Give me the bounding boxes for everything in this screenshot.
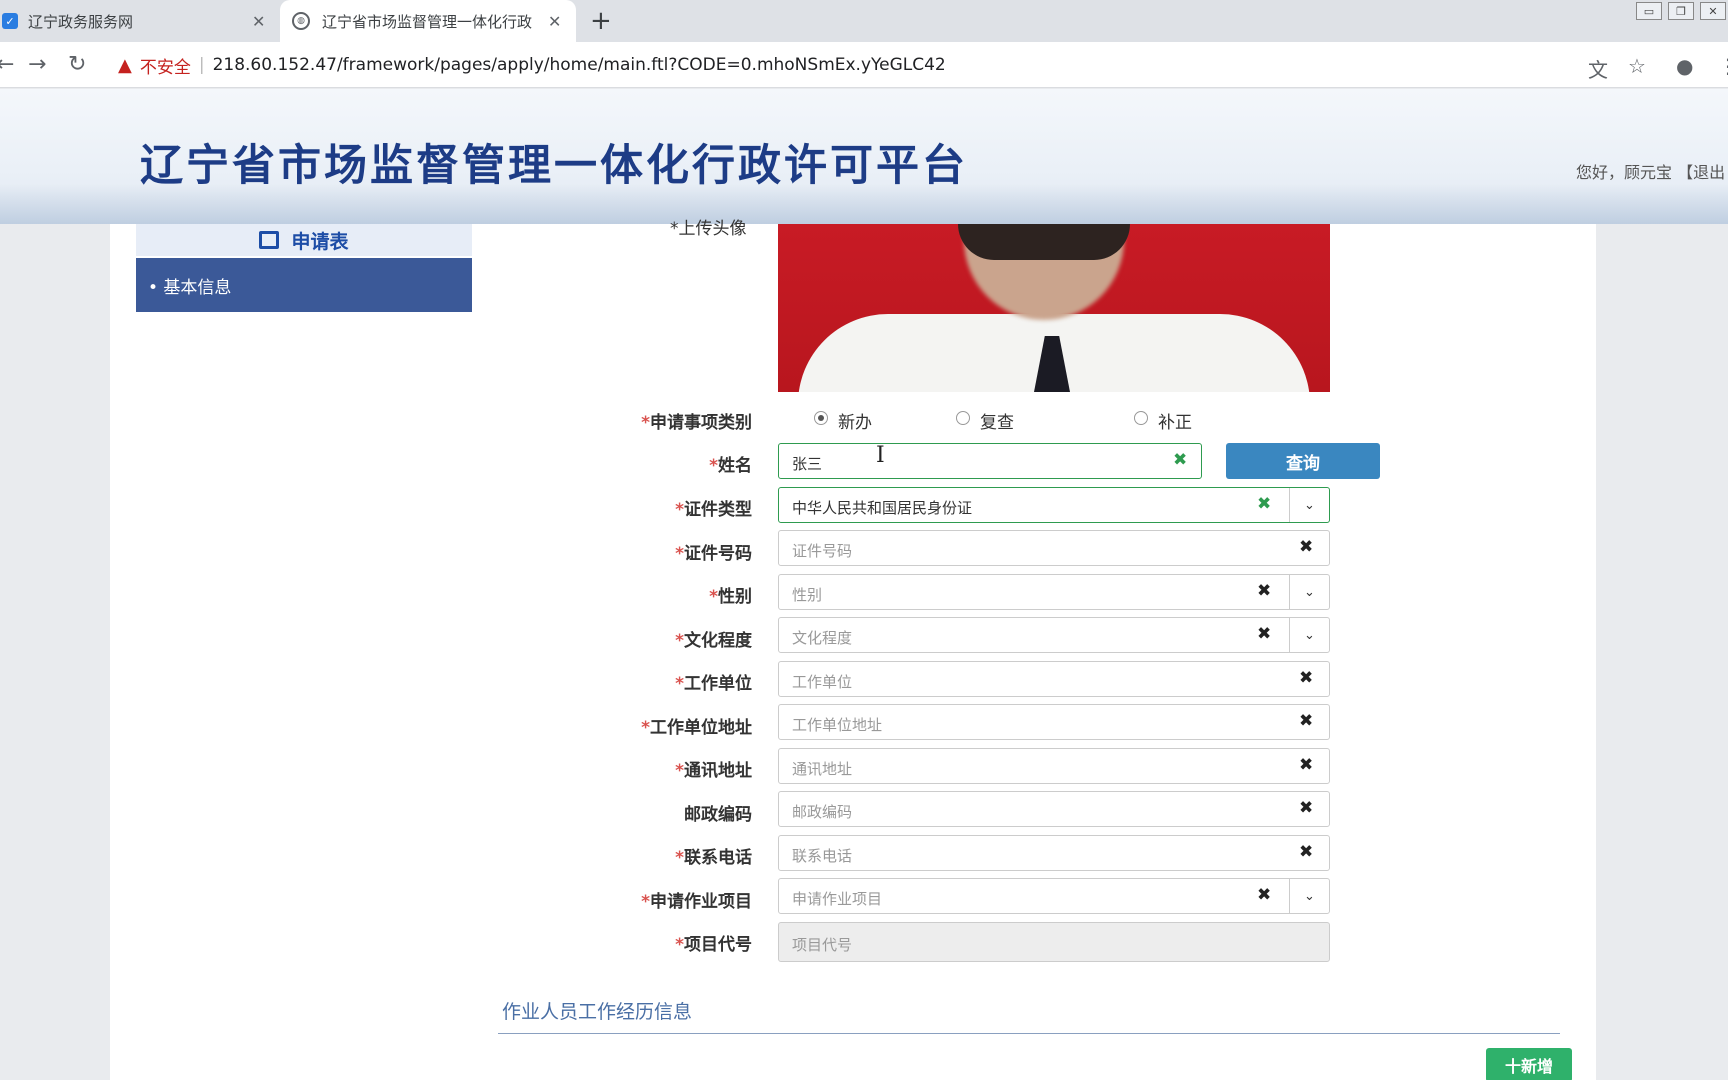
user-greeting[interactable]: 您好，顾元宝 【退出 bbox=[1576, 159, 1725, 183]
clear-icon[interactable]: ✖ bbox=[1299, 842, 1313, 862]
phone-input[interactable]: 联系电话 ✖ bbox=[778, 835, 1330, 871]
minimize-window-icon[interactable]: ▭ bbox=[1636, 2, 1662, 20]
applicant-photo[interactable] bbox=[778, 224, 1330, 392]
tab-title: 辽宁政务服务网 bbox=[28, 12, 134, 31]
text-cursor-icon: I bbox=[876, 443, 885, 468]
url-text[interactable]: 218.60.152.47/framework/pages/apply/home… bbox=[213, 55, 946, 75]
label-mailing-address: *通讯地址 bbox=[675, 761, 752, 781]
sidebar-item-label: • 基本信息 bbox=[148, 277, 232, 298]
label-work-item: *申请作业项目 bbox=[641, 892, 752, 912]
id-number-input[interactable]: 证件号码 ✖ bbox=[778, 530, 1330, 566]
reload-icon[interactable]: ↻ bbox=[68, 52, 86, 77]
translate-icon[interactable]: 文 bbox=[1588, 54, 1608, 83]
clear-icon[interactable]: ✖ bbox=[1299, 711, 1313, 731]
project-code-input: 项目代号 bbox=[778, 922, 1330, 962]
sidebar-heading: 申请表 bbox=[136, 224, 472, 256]
chevron-down-icon[interactable]: ⌄ bbox=[1289, 575, 1329, 609]
radio-selected-icon bbox=[814, 410, 828, 425]
clear-icon[interactable]: ✖ bbox=[1299, 537, 1313, 557]
main-content: 申请表 • 基本信息 *上传头像 *申请事项类别 新办 复查 补正 *姓名 张三… bbox=[110, 219, 1596, 1080]
tab-title: 辽宁省市场监督管理一体化行政许 bbox=[322, 12, 532, 31]
close-tab-icon[interactable]: ✕ bbox=[252, 12, 265, 31]
chevron-down-icon[interactable]: ⌄ bbox=[1289, 879, 1329, 913]
chevron-down-icon[interactable]: ⌄ bbox=[1289, 488, 1329, 522]
clear-icon[interactable]: ✖ bbox=[1257, 885, 1271, 905]
label-postal-code: 邮政编码 bbox=[684, 805, 752, 825]
browser-toolbar: ← → ↻ ▲ 不安全 | 218.60.152.47/framework/pa… bbox=[0, 42, 1728, 88]
new-tab-button[interactable]: + bbox=[590, 6, 612, 36]
globe-favicon-icon: ◍ bbox=[292, 12, 310, 30]
shield-favicon-icon: ✓ bbox=[2, 13, 18, 29]
security-status[interactable]: 不安全 bbox=[140, 53, 191, 78]
account-icon[interactable]: ● bbox=[1676, 54, 1693, 78]
label-id-type: *证件类型 bbox=[675, 500, 752, 520]
clear-icon[interactable]: ✖ bbox=[1299, 668, 1313, 688]
label-employer-address: *工作单位地址 bbox=[641, 718, 752, 738]
url-separator: | bbox=[198, 55, 205, 75]
clear-icon[interactable]: ✖ bbox=[1173, 450, 1187, 470]
postal-code-input[interactable]: 邮政编码 ✖ bbox=[778, 791, 1330, 827]
work-history-title: 作业人员工作经历信息 bbox=[502, 1001, 693, 1023]
close-tab-icon[interactable]: ✕ bbox=[548, 12, 561, 31]
restore-window-icon[interactable]: ❐ bbox=[1668, 2, 1694, 20]
label-gender: *性别 bbox=[709, 587, 752, 607]
photo-hair bbox=[958, 224, 1130, 260]
sidebar-item-basic-info[interactable]: • 基本信息 bbox=[136, 258, 472, 312]
add-work-history-button[interactable]: 十新增 bbox=[1486, 1048, 1572, 1080]
browser-tab-liaoning-gov[interactable]: ✓ 辽宁政务服务网 ✕ bbox=[0, 0, 276, 42]
label-name: *姓名 bbox=[709, 456, 752, 476]
back-arrow-icon[interactable]: ← bbox=[0, 52, 14, 77]
clear-icon[interactable]: ✖ bbox=[1257, 624, 1271, 644]
radio-unselected-icon bbox=[956, 410, 970, 425]
gender-select[interactable]: 性别 ✖ ⌄ bbox=[778, 574, 1330, 610]
address-bar[interactable]: ▲ 不安全 | 218.60.152.47/framework/pages/ap… bbox=[112, 47, 1602, 83]
radio-review[interactable]: 复查 bbox=[956, 408, 1014, 433]
radio-unselected-icon bbox=[1134, 410, 1148, 425]
label-employer: *工作单位 bbox=[675, 674, 752, 694]
label-phone: *联系电话 bbox=[675, 848, 752, 868]
form-icon bbox=[259, 231, 280, 249]
sidebar-heading-label: 申请表 bbox=[291, 230, 349, 253]
radio-new[interactable]: 新办 bbox=[814, 408, 872, 433]
clear-icon[interactable]: ✖ bbox=[1257, 581, 1271, 601]
browser-tab-active[interactable]: ◍ 辽宁省市场监督管理一体化行政许 ✕ bbox=[280, 0, 576, 42]
browser-tab-strip: ✓ 辽宁政务服务网 ✕ ◍ 辽宁省市场监督管理一体化行政许 ✕ + ▭ ❐ ✕ bbox=[0, 0, 1728, 42]
id-type-select[interactable]: 中华人民共和国居民身份证 ✖ ⌄ bbox=[778, 487, 1330, 523]
name-input[interactable]: 张三 ✖ bbox=[778, 443, 1202, 479]
employer-input[interactable]: 工作单位 ✖ bbox=[778, 661, 1330, 697]
work-item-select[interactable]: 申请作业项目 ✖ ⌄ bbox=[778, 878, 1330, 914]
star-icon[interactable]: ☆ bbox=[1628, 54, 1646, 78]
label-project-code: *项目代号 bbox=[675, 935, 752, 955]
warning-icon: ▲ bbox=[118, 54, 132, 76]
clear-icon[interactable]: ✖ bbox=[1299, 798, 1313, 818]
site-title: 辽宁省市场监督管理一体化行政许可平台 bbox=[140, 141, 968, 191]
query-button[interactable]: 查询 bbox=[1226, 443, 1380, 479]
chevron-down-icon[interactable]: ⌄ bbox=[1289, 618, 1329, 652]
mailing-address-input[interactable]: 通讯地址 ✖ bbox=[778, 748, 1330, 784]
photo-label: *上传头像 bbox=[670, 219, 747, 239]
menu-icon[interactable]: ⋮ bbox=[1718, 54, 1728, 78]
close-window-icon[interactable]: ✕ bbox=[1700, 2, 1726, 20]
site-header: 辽宁省市场监督管理一体化行政许可平台 您好，顾元宝 【退出 bbox=[0, 89, 1728, 224]
section-divider bbox=[498, 1033, 1560, 1034]
radio-supplement[interactable]: 补正 bbox=[1134, 408, 1192, 433]
education-select[interactable]: 文化程度 ✖ ⌄ bbox=[778, 617, 1330, 653]
clear-icon[interactable]: ✖ bbox=[1257, 494, 1271, 514]
forward-arrow-icon[interactable]: → bbox=[28, 52, 46, 77]
label-id-number: *证件号码 bbox=[675, 544, 752, 564]
label-education: *文化程度 bbox=[675, 631, 752, 651]
label-application-type: *申请事项类别 bbox=[641, 413, 752, 433]
clear-icon[interactable]: ✖ bbox=[1299, 755, 1313, 775]
employer-address-input[interactable]: 工作单位地址 ✖ bbox=[778, 704, 1330, 740]
